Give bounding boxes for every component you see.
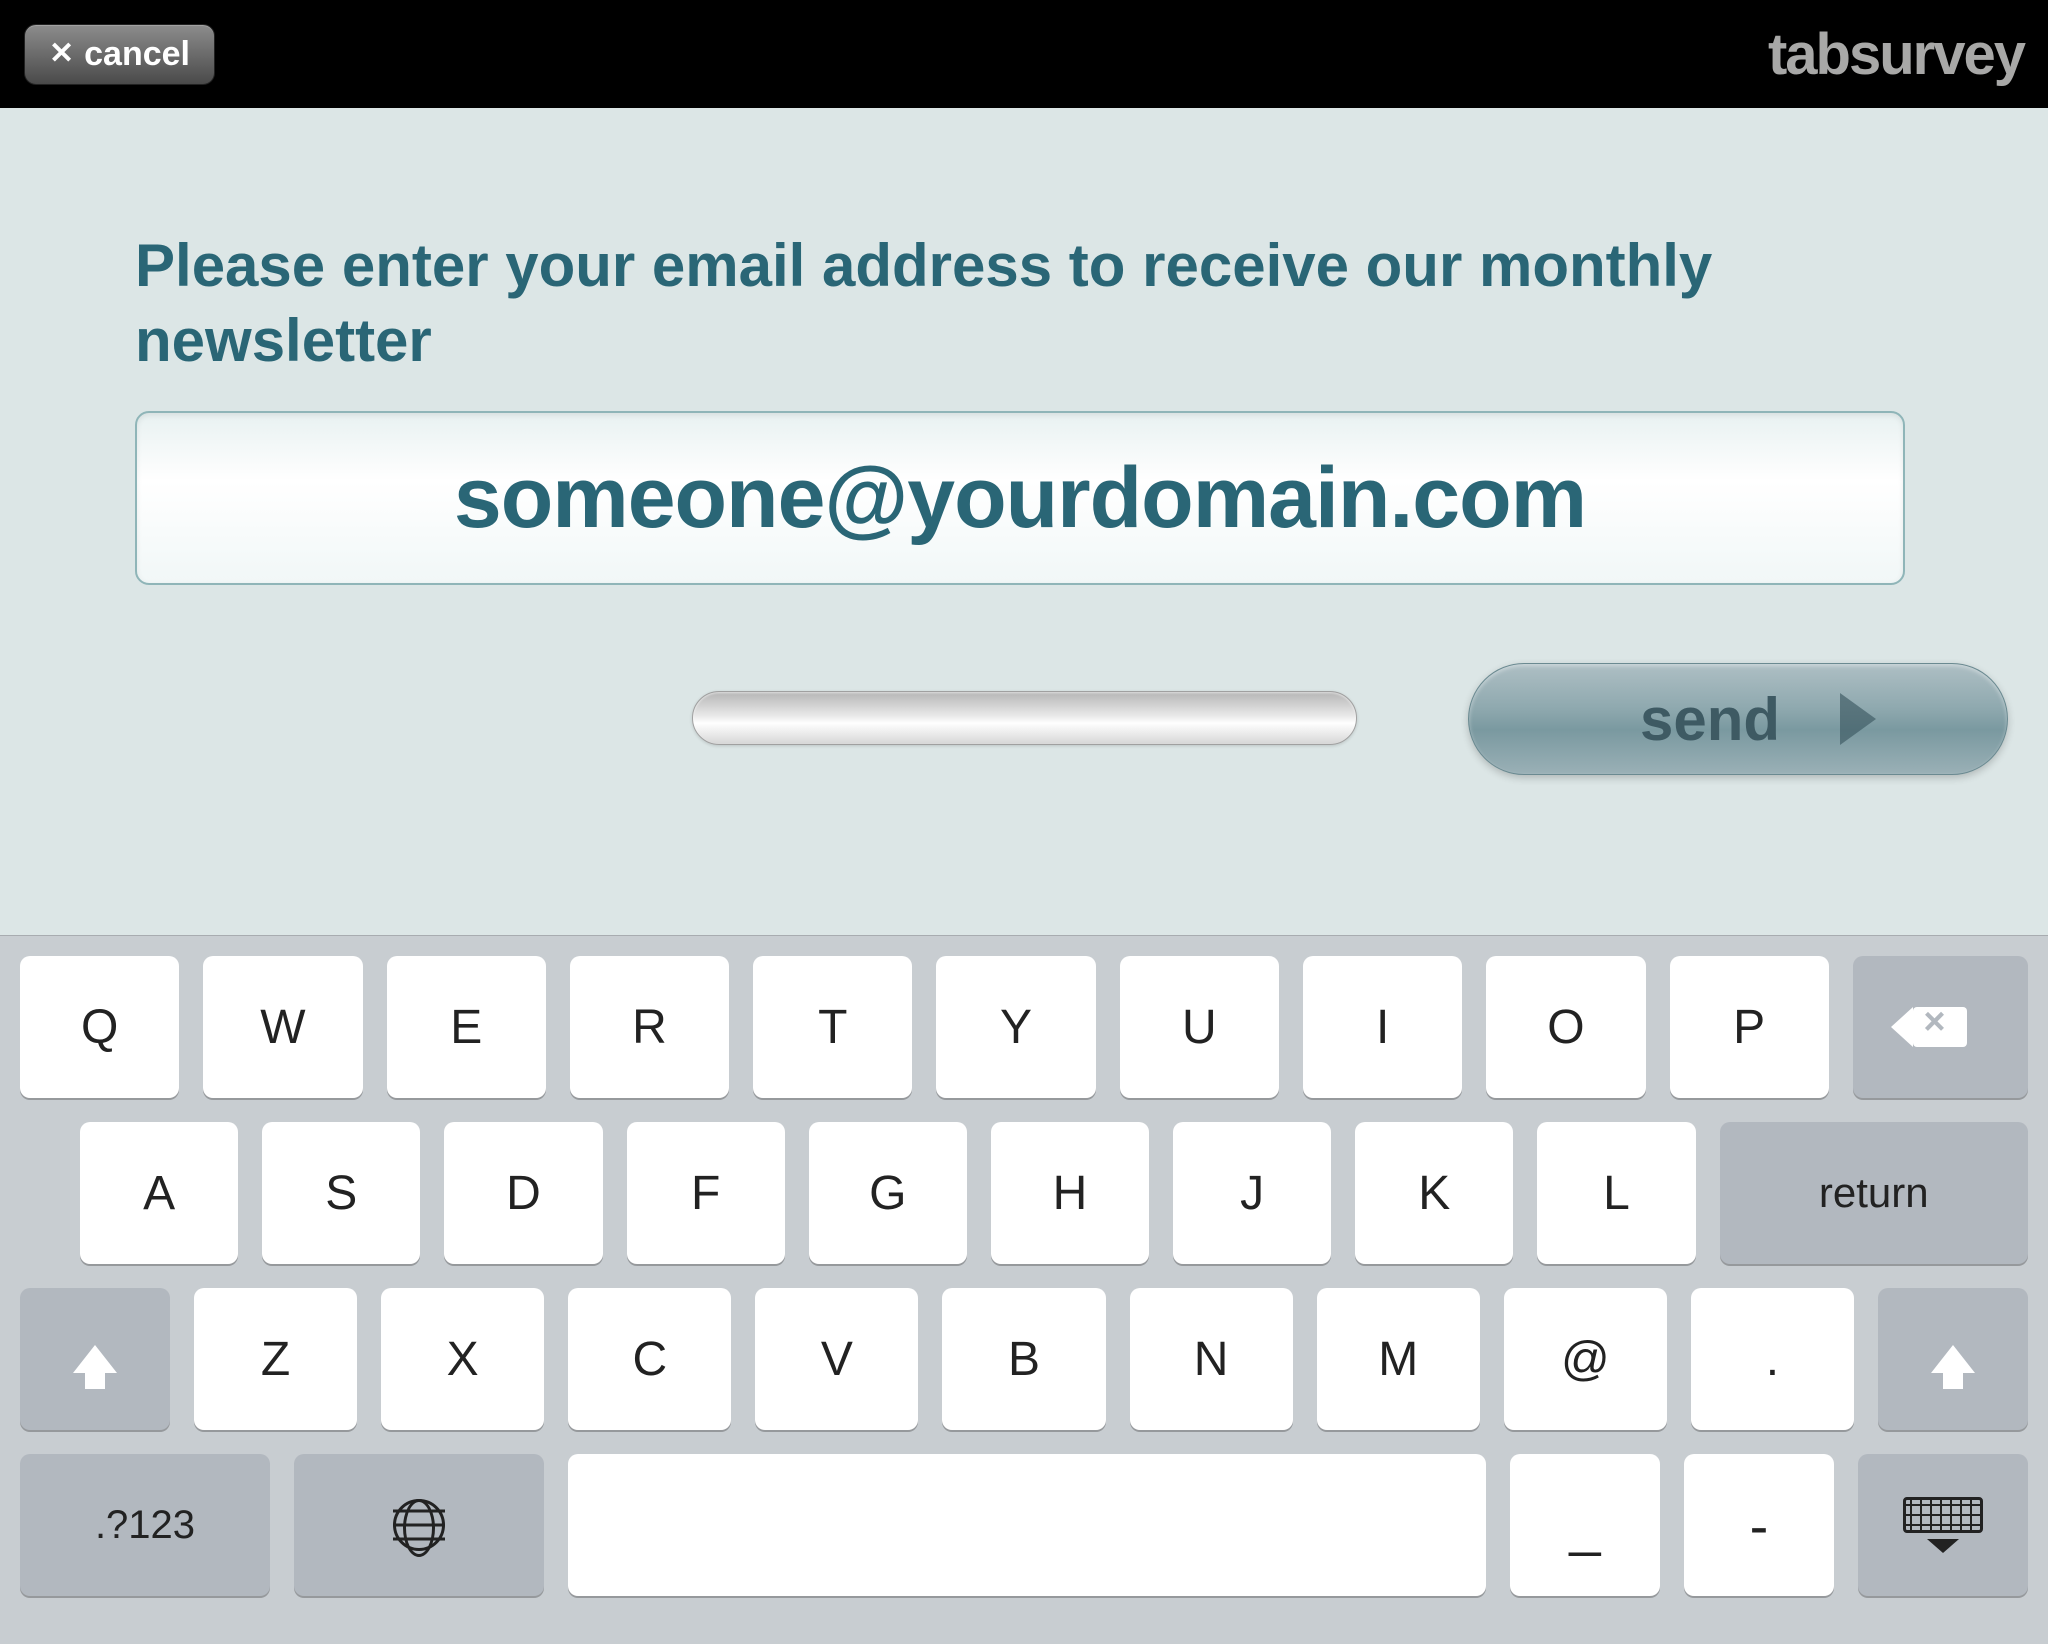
key-x[interactable]: X: [381, 1288, 544, 1430]
backspace-icon: [1913, 1007, 1967, 1047]
key-at[interactable]: @: [1504, 1288, 1667, 1430]
close-icon: ✕: [49, 39, 74, 69]
key-d[interactable]: D: [444, 1122, 602, 1264]
email-input[interactable]: [135, 411, 1905, 585]
key-e[interactable]: E: [387, 956, 546, 1098]
key-n[interactable]: N: [1130, 1288, 1293, 1430]
key-u[interactable]: U: [1120, 956, 1279, 1098]
key-hide-keyboard[interactable]: [1858, 1454, 2028, 1596]
key-l[interactable]: L: [1537, 1122, 1695, 1264]
arrow-right-icon: [1840, 693, 1876, 745]
keyboard-row-3: Z X C V B N M @ .: [20, 1288, 2028, 1430]
key-v[interactable]: V: [755, 1288, 918, 1430]
key-hyphen[interactable]: -: [1684, 1454, 1834, 1596]
key-m[interactable]: M: [1317, 1288, 1480, 1430]
content-area: Please enter your email address to recei…: [0, 108, 2048, 1536]
send-label: send: [1640, 685, 1780, 754]
shift-icon: [1931, 1345, 1975, 1373]
key-underscore[interactable]: _: [1510, 1454, 1660, 1596]
key-period[interactable]: .: [1691, 1288, 1854, 1430]
key-r[interactable]: R: [570, 956, 729, 1098]
brand-logo: tabsurvey: [1768, 21, 2024, 88]
keyboard-row-4: .?123 _ -: [20, 1454, 2028, 1596]
key-s[interactable]: S: [262, 1122, 420, 1264]
key-shift-right[interactable]: [1878, 1288, 2028, 1430]
key-shift-left[interactable]: [20, 1288, 170, 1430]
key-z[interactable]: Z: [194, 1288, 357, 1430]
key-p[interactable]: P: [1670, 956, 1829, 1098]
hide-keyboard-icon: [1903, 1497, 1983, 1553]
globe-icon: [393, 1499, 445, 1551]
key-b[interactable]: B: [942, 1288, 1105, 1430]
cancel-button[interactable]: ✕ cancel: [24, 24, 215, 85]
key-q[interactable]: Q: [20, 956, 179, 1098]
key-globe[interactable]: [294, 1454, 544, 1596]
key-h[interactable]: H: [991, 1122, 1149, 1264]
key-a[interactable]: A: [80, 1122, 238, 1264]
topbar: ✕ cancel tabsurvey: [0, 0, 2048, 108]
key-k[interactable]: K: [1355, 1122, 1513, 1264]
key-w[interactable]: W: [203, 956, 362, 1098]
key-return[interactable]: return: [1720, 1122, 2028, 1264]
keyboard-row-1: Q W E R T Y U I O P: [20, 956, 2028, 1098]
send-button[interactable]: send: [1468, 663, 2008, 775]
key-backspace[interactable]: [1853, 956, 2028, 1098]
cancel-label: cancel: [84, 35, 190, 74]
key-y[interactable]: Y: [936, 956, 1095, 1098]
progress-indicator: [692, 691, 1357, 745]
key-space[interactable]: [568, 1454, 1486, 1596]
key-i[interactable]: I: [1303, 956, 1462, 1098]
key-f[interactable]: F: [627, 1122, 785, 1264]
key-c[interactable]: C: [568, 1288, 731, 1430]
key-numbers[interactable]: .?123: [20, 1454, 270, 1596]
shift-icon: [73, 1345, 117, 1373]
key-j[interactable]: J: [1173, 1122, 1331, 1264]
key-t[interactable]: T: [753, 956, 912, 1098]
prompt-text: Please enter your email address to recei…: [135, 228, 1913, 378]
keyboard-row-2: A S D F G H J K L return: [20, 1122, 2028, 1264]
key-g[interactable]: G: [809, 1122, 967, 1264]
onscreen-keyboard: Q W E R T Y U I O P A S D F G H J K L re…: [0, 935, 2048, 1644]
key-o[interactable]: O: [1486, 956, 1645, 1098]
